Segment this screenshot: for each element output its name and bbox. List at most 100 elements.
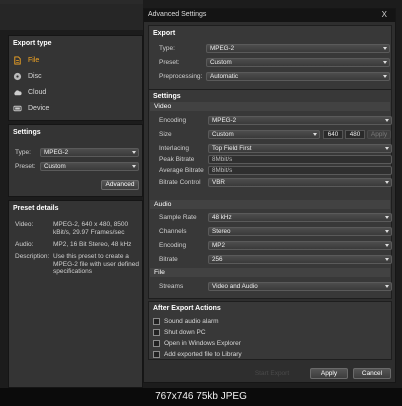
- dlg-preset-label: Preset:: [159, 59, 180, 66]
- dialog-title: Advanced Settings: [148, 11, 207, 18]
- preset-select-value: Custom: [44, 163, 66, 170]
- bitrate-control-value: VBR: [212, 179, 225, 186]
- export-option-device[interactable]: Device: [13, 104, 49, 113]
- peak-bitrate-field[interactable]: 8Mbit/s: [208, 155, 392, 164]
- chevron-down-icon: [385, 119, 389, 122]
- description-label: Description:: [15, 253, 50, 260]
- video-details-value: MPEG-2, 640 x 480, 8500 kBit/s, 29.97 Fr…: [53, 221, 129, 236]
- app-window: Export type File Disc Cloud Device Setti…: [0, 0, 402, 388]
- audio-bitrate-value: 256: [212, 256, 223, 263]
- size-value: Custom: [212, 131, 234, 138]
- dlg-type-value: MPEG-2: [210, 45, 235, 52]
- dlg-preset-select[interactable]: Custom: [206, 58, 390, 67]
- average-bitrate-value: 8Mbit/s: [212, 167, 233, 174]
- settings-header: Settings: [153, 93, 181, 100]
- encoding-value: MPEG-2: [212, 117, 237, 124]
- apply-button[interactable]: Apply: [310, 368, 348, 379]
- image-caption: 767x746 75kb JPEG: [0, 388, 402, 406]
- sample-rate-label: Sample Rate: [159, 214, 197, 221]
- export-type-panel: Export type File Disc Cloud Device: [8, 35, 143, 121]
- checkbox-sound-alarm[interactable]: Sound audio alarm: [153, 318, 219, 325]
- encoding-select[interactable]: MPEG-2: [208, 116, 392, 125]
- checkbox-box[interactable]: [153, 351, 160, 358]
- export-header: Export: [153, 30, 176, 37]
- disc-icon: [13, 72, 22, 81]
- streams-value: Video and Audio: [212, 283, 258, 290]
- width-input[interactable]: 640: [323, 130, 343, 139]
- cancel-button[interactable]: Cancel: [353, 368, 391, 379]
- bitrate-control-label: Bitrate Control: [159, 179, 201, 186]
- average-bitrate-field[interactable]: 8Mbit/s: [208, 166, 392, 175]
- dlg-type-label: Type:: [159, 45, 175, 52]
- channels-select[interactable]: Stereo: [208, 227, 392, 236]
- peak-bitrate-value: 8Mbit/s: [212, 156, 233, 163]
- height-input[interactable]: 480: [345, 130, 365, 139]
- audio-encoding-label: Encoding: [159, 242, 187, 249]
- checkbox-label: Shut down PC: [164, 329, 206, 336]
- preprocessing-select[interactable]: Automatic: [206, 72, 390, 81]
- chevron-down-icon: [385, 147, 389, 150]
- settings-section: Settings Video Encoding MPEG-2 Size Cust…: [148, 89, 392, 299]
- checkbox-add-to-library[interactable]: Add exported file to Library: [153, 351, 242, 358]
- start-export-button: Start Export: [254, 370, 290, 377]
- checkbox-box[interactable]: [153, 340, 160, 347]
- preset-details-title: Preset details: [13, 205, 59, 212]
- cloud-icon: [14, 90, 22, 96]
- chevron-down-icon: [313, 133, 317, 136]
- export-option-cloud[interactable]: Cloud: [13, 88, 46, 97]
- export-option-file[interactable]: File: [13, 56, 39, 65]
- interlacing-label: Interlacing: [159, 145, 189, 152]
- after-export-header: After Export Actions: [153, 305, 221, 312]
- preset-details-panel: Preset details Video: MPEG-2, 640 x 480,…: [8, 200, 143, 388]
- encoding-label: Encoding: [159, 117, 187, 124]
- checkbox-open-explorer[interactable]: Open in Windows Explorer: [153, 340, 241, 347]
- device-icon: [13, 105, 22, 112]
- advanced-button[interactable]: Advanced: [101, 180, 139, 190]
- preprocessing-label: Preprocessing:: [159, 73, 203, 80]
- bitrate-control-select[interactable]: VBR: [208, 178, 392, 187]
- audio-encoding-value: MP2: [212, 242, 225, 249]
- sample-rate-select[interactable]: 48 kHz: [208, 213, 392, 222]
- interlacing-select[interactable]: Top Field First: [208, 144, 392, 153]
- type-select-value: MPEG-2: [44, 149, 69, 156]
- settings-panel: Settings Type: MPEG-2 Preset: Custom Adv…: [8, 124, 143, 197]
- checkbox-label: Add exported file to Library: [164, 351, 242, 358]
- export-option-disc-label: Disc: [28, 73, 42, 80]
- checkbox-label: Sound audio alarm: [164, 318, 219, 325]
- audio-encoding-select[interactable]: MP2: [208, 241, 392, 250]
- audio-bitrate-select[interactable]: 256: [208, 255, 392, 264]
- peak-bitrate-label: Peak Bitrate: [159, 156, 195, 163]
- chevron-down-icon: [383, 61, 387, 64]
- size-select[interactable]: Custom: [208, 130, 320, 139]
- audio-details-value: MP2, 16 Bit Stereo, 48 kHz: [53, 241, 132, 248]
- export-option-disc[interactable]: Disc: [13, 72, 42, 81]
- export-type-title: Export type: [13, 40, 52, 47]
- checkbox-shut-down[interactable]: Shut down PC: [153, 329, 206, 336]
- preset-label: Preset:: [15, 163, 36, 170]
- checkbox-box[interactable]: [153, 329, 160, 336]
- chevron-down-icon: [385, 285, 389, 288]
- chevron-down-icon: [132, 151, 136, 154]
- chevron-down-icon: [132, 165, 136, 168]
- type-select[interactable]: MPEG-2: [40, 148, 139, 157]
- export-section: Export Type: MPEG-2 Preset: Custom Prepr…: [148, 25, 392, 91]
- checkbox-box[interactable]: [153, 318, 160, 325]
- chevron-down-icon: [385, 216, 389, 219]
- chevron-down-icon: [385, 230, 389, 233]
- streams-label: Streams: [159, 283, 184, 290]
- close-icon[interactable]: X: [382, 10, 387, 19]
- size-label: Size: [159, 131, 172, 138]
- channels-value: Stereo: [212, 228, 231, 235]
- size-apply-button[interactable]: Apply: [367, 130, 391, 139]
- preprocessing-value: Automatic: [210, 73, 238, 80]
- export-option-file-label: File: [28, 57, 40, 64]
- settings-title: Settings: [13, 129, 41, 136]
- sample-rate-value: 48 kHz: [212, 214, 232, 221]
- dlg-type-select[interactable]: MPEG-2: [206, 44, 390, 53]
- type-label: Type:: [15, 149, 31, 156]
- chevron-down-icon: [385, 244, 389, 247]
- streams-select[interactable]: Video and Audio: [208, 282, 392, 291]
- audio-details-label: Audio:: [15, 241, 34, 248]
- file-subheader: File: [150, 268, 390, 277]
- preset-select[interactable]: Custom: [40, 162, 139, 171]
